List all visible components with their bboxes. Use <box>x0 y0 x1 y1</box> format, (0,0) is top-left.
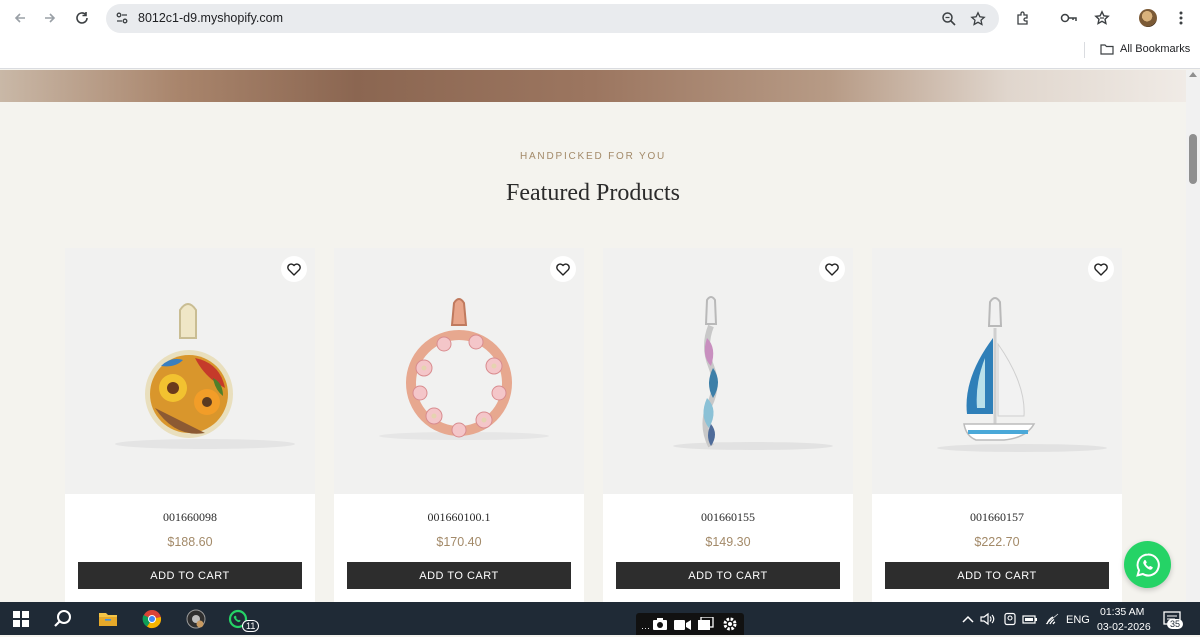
product-image[interactable] <box>603 248 853 494</box>
reload-icon[interactable] <box>70 6 94 30</box>
whatsapp-chat-button[interactable] <box>1124 541 1171 588</box>
menu-dots-icon[interactable] <box>1171 8 1191 28</box>
all-bookmarks-label: All Bookmarks <box>1120 43 1191 55</box>
wishlist-heart-icon[interactable] <box>281 256 307 282</box>
video-record-icon[interactable] <box>674 618 692 636</box>
product-name[interactable]: 001660098 <box>65 510 315 525</box>
page-viewport: HANDPICKED FOR YOU Featured Products 001… <box>0 70 1186 602</box>
notification-count-badge: 35 <box>1167 619 1184 629</box>
wifi-icon[interactable] <box>1040 607 1064 631</box>
add-to-cart-button[interactable]: ADD TO CART <box>616 562 840 589</box>
password-key-icon[interactable] <box>1059 8 1079 28</box>
product-price: $188.60 <box>167 535 213 549</box>
add-to-cart-button[interactable]: ADD TO CART <box>347 562 571 589</box>
forward-icon[interactable] <box>38 6 62 30</box>
add-to-cart-button[interactable]: ADD TO CART <box>885 562 1109 589</box>
scroll-up-arrow-icon[interactable] <box>1189 72 1197 77</box>
address-bar[interactable]: 8012c1-d9.myshopify.com <box>106 4 999 33</box>
profile-avatar[interactable] <box>1139 9 1157 27</box>
all-bookmarks-button[interactable]: All Bookmarks <box>1100 43 1190 55</box>
zoom-icon[interactable] <box>940 10 958 28</box>
bookmarks-separator <box>1084 42 1085 58</box>
page-scrollbar[interactable] <box>1186 70 1200 602</box>
product-name[interactable]: 001660155 <box>603 510 853 525</box>
browser-chrome: 8012c1-d9.myshopify.com All Bookmarks <box>0 0 1200 69</box>
whatsapp-icon <box>1135 552 1160 577</box>
volume-icon[interactable] <box>976 607 1000 631</box>
chrome-profile-icon[interactable] <box>184 607 208 631</box>
windows-taskbar: 11 ENG 01:35 AM 03-02-2026 35 <box>0 602 1200 635</box>
product-price: $222.70 <box>974 535 1020 549</box>
window-capture-icon[interactable] <box>698 616 714 636</box>
section-title: Featured Products <box>506 180 680 206</box>
clock-date[interactable]: 03-02-2026 <box>1097 621 1151 633</box>
star-icon[interactable] <box>969 10 987 28</box>
battery-icon[interactable] <box>1018 607 1042 631</box>
bookmarks-star-icon[interactable] <box>1092 8 1112 28</box>
language-indicator[interactable]: ENG <box>1066 614 1090 626</box>
url-text[interactable]: 8012c1-d9.myshopify.com <box>138 11 283 25</box>
product-card[interactable]: 001660098 $188.60 ADD TO CART <box>65 248 315 602</box>
product-card[interactable]: 001660100.1 $170.40 ADD TO CART <box>334 248 584 602</box>
product-name[interactable]: 001660157 <box>872 510 1122 525</box>
product-price: $170.40 <box>436 535 482 549</box>
product-name[interactable]: 001660100.1 <box>334 510 584 525</box>
clock-time[interactable]: 01:35 AM <box>1100 606 1144 618</box>
site-info-icon[interactable] <box>114 10 130 26</box>
whatsapp-unread-badge: 11 <box>242 620 260 632</box>
capture-settings-gear-icon[interactable] <box>722 616 738 637</box>
capture-toolbar: ··· <box>636 613 744 635</box>
chrome-icon[interactable] <box>140 607 164 631</box>
capture-more-icon[interactable]: ··· <box>641 623 650 633</box>
scrollbar-thumb[interactable] <box>1189 134 1197 184</box>
file-explorer-icon[interactable] <box>96 607 120 631</box>
wishlist-heart-icon[interactable] <box>1088 256 1114 282</box>
product-image[interactable] <box>872 248 1122 494</box>
windows-start-icon[interactable] <box>9 607 33 631</box>
add-to-cart-button[interactable]: ADD TO CART <box>78 562 302 589</box>
screenshot-camera-icon[interactable] <box>652 617 668 636</box>
extensions-icon[interactable] <box>1013 8 1033 28</box>
product-card[interactable]: 001660157 $222.70 ADD TO CART <box>872 248 1122 602</box>
section-eyebrow: HANDPICKED FOR YOU <box>519 151 667 162</box>
product-image[interactable] <box>334 248 584 494</box>
hero-image <box>0 70 1186 102</box>
product-price: $149.30 <box>705 535 751 549</box>
back-icon[interactable] <box>8 6 32 30</box>
search-icon[interactable] <box>51 607 75 631</box>
wishlist-heart-icon[interactable] <box>550 256 576 282</box>
product-card[interactable]: 001660155 $149.30 ADD TO CART <box>603 248 853 602</box>
product-image[interactable] <box>65 248 315 494</box>
folder-icon <box>1100 44 1114 55</box>
wishlist-heart-icon[interactable] <box>819 256 845 282</box>
